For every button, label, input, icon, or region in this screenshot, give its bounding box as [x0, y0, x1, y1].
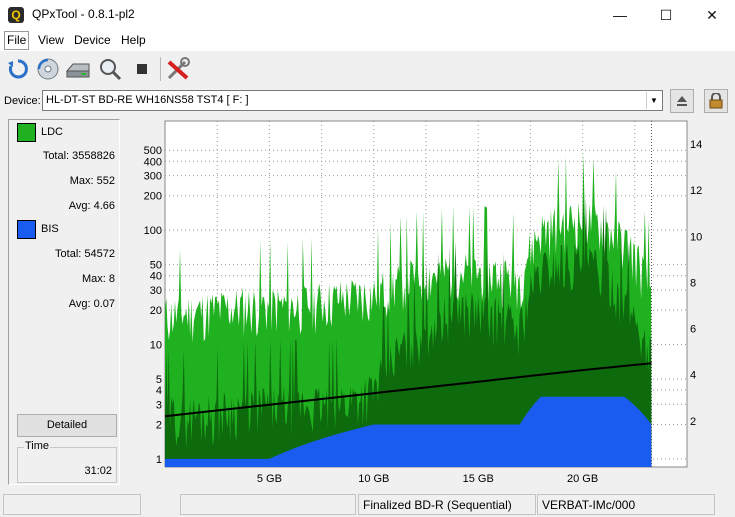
y-left-tick-label: 400: [144, 156, 162, 168]
bis-avg-row: Avg: 0.07: [69, 298, 115, 310]
x-tick-label: 10 GB: [358, 473, 389, 485]
chart-area: 1 2 3 4 5 10 20 30 40 50 100 200 300 400 500 2 4 6 8 10 12 14…: [128, 119, 714, 485]
time-group: Time 31:02: [17, 440, 117, 483]
x-tick-label: 20 GB: [567, 473, 598, 485]
bis-max-label: Max:: [81, 273, 106, 285]
toolbar-separator: [160, 57, 161, 81]
ldc-total-label: Total:: [42, 150, 70, 162]
y-left-tick-label: 200: [144, 191, 162, 203]
bis-legend-label: BIS: [41, 223, 59, 235]
stats-panel: LDC Total: 3558826 Max: 552 Avg: 4.66 BI…: [8, 119, 120, 485]
minimize-button[interactable]: —: [597, 0, 643, 30]
title-bar: Q QPxTool - 0.8.1-pl2 — ☐ ✕: [0, 0, 735, 30]
y-right-tick-label: 4: [690, 370, 696, 382]
magnifier-icon[interactable]: [96, 55, 124, 83]
stop-icon[interactable]: [128, 55, 156, 83]
y-left-tick-label: 3: [156, 399, 162, 411]
status-disc-type: Finalized BD-R (Sequential): [358, 494, 536, 515]
y-right-tick-label: 12: [690, 185, 702, 197]
y-left-tick-label: 50: [150, 260, 162, 272]
y-left-tick-label: 500: [144, 145, 162, 157]
y-left-tick-label: 100: [144, 225, 162, 237]
y-left-tick-label: 5: [156, 374, 162, 386]
bis-avg-label: Avg:: [68, 298, 91, 310]
detailed-button[interactable]: Detailed: [17, 414, 117, 437]
ldc-legend-label: LDC: [41, 126, 64, 138]
ldc-total-row: Total: 3558826: [43, 150, 115, 162]
menu-help[interactable]: Help: [119, 33, 148, 47]
device-row: Device: HL-DT-ST BD-RE WH16NS58 TST4 [ F…: [0, 87, 735, 115]
time-label: Time: [24, 440, 51, 452]
y-left-tick-label: 10: [150, 340, 162, 352]
ldc-max-row: Max: 552: [70, 175, 115, 187]
status-cell-1: [3, 494, 141, 515]
bis-total-row: Total: 54572: [55, 248, 115, 260]
ldc-avg-row: Avg: 4.66: [69, 200, 115, 212]
device-label: Device:: [4, 95, 41, 107]
time-value: 31:02: [84, 465, 112, 477]
x-tick-label: 15 GB: [463, 473, 494, 485]
drive-icon[interactable]: [64, 55, 92, 83]
x-tick-label: 5 GB: [257, 473, 282, 485]
bis-avg-value: 0.07: [93, 298, 115, 310]
bis-max-row: Max: 8: [82, 273, 115, 285]
menu-file[interactable]: File: [4, 31, 30, 50]
maximize-button[interactable]: ☐: [643, 0, 689, 30]
menu-device[interactable]: Device: [72, 33, 113, 47]
lock-icon: [709, 93, 723, 109]
bis-color-swatch: [17, 220, 36, 239]
app-icon: Q: [8, 7, 24, 23]
ldc-max-value: 552: [96, 175, 115, 187]
ldc-total-value: 3558826: [72, 150, 115, 162]
y-left-tick-label: 1: [156, 454, 162, 466]
y-right-tick-label: 10: [690, 231, 702, 243]
y-left-tick-label: 4: [156, 385, 162, 397]
window-title: QPxTool - 0.8.1-pl2: [32, 7, 135, 21]
y-right-tick-label: 8: [690, 277, 696, 289]
bis-max-value: 8: [108, 273, 115, 285]
ldc-avg-label: Avg:: [68, 200, 91, 212]
status-media-id: VERBAT-IMc/000: [537, 494, 715, 515]
ldc-color-swatch: [17, 123, 36, 142]
y-left-tick-label: 2: [156, 419, 162, 431]
y-right-tick-label: 14: [690, 139, 702, 151]
refresh-icon[interactable]: [4, 55, 32, 83]
y-right-tick-label: 6: [690, 324, 696, 336]
y-left-tick-label: 300: [144, 171, 162, 183]
dropdown-arrow-icon[interactable]: ▼: [646, 92, 661, 109]
bis-total-value: 54572: [84, 248, 115, 260]
eject-icon: [677, 96, 687, 106]
toolbar: [0, 51, 735, 87]
disc-scan-icon[interactable]: [34, 55, 62, 83]
ldc-bis-chart: 1234510203040501002003004005002468101214…: [144, 120, 702, 485]
y-left-tick-label: 20: [150, 305, 162, 317]
bis-total-label: Total:: [55, 248, 82, 260]
menu-view[interactable]: View: [36, 33, 66, 47]
tools-icon[interactable]: [164, 55, 192, 83]
status-cell-2: [180, 494, 356, 515]
status-bar: Finalized BD-R (Sequential) VERBAT-IMc/0…: [0, 492, 735, 517]
y-right-tick-label: 2: [690, 416, 696, 428]
close-button[interactable]: ✕: [689, 0, 735, 30]
y-left-tick-label: 40: [150, 271, 162, 283]
lock-button[interactable]: [704, 89, 728, 113]
menu-bar: File View Device Help: [0, 30, 735, 51]
device-value: HL-DT-ST BD-RE WH16NS58 TST4 [ F: ]: [46, 94, 249, 106]
eject-button[interactable]: [670, 89, 694, 113]
y-left-tick-label: 30: [150, 285, 162, 297]
ldc-max-label: Max:: [69, 175, 94, 187]
ldc-avg-value: 4.66: [93, 200, 115, 212]
device-select[interactable]: HL-DT-ST BD-RE WH16NS58 TST4 [ F: ] ▼: [42, 90, 663, 111]
